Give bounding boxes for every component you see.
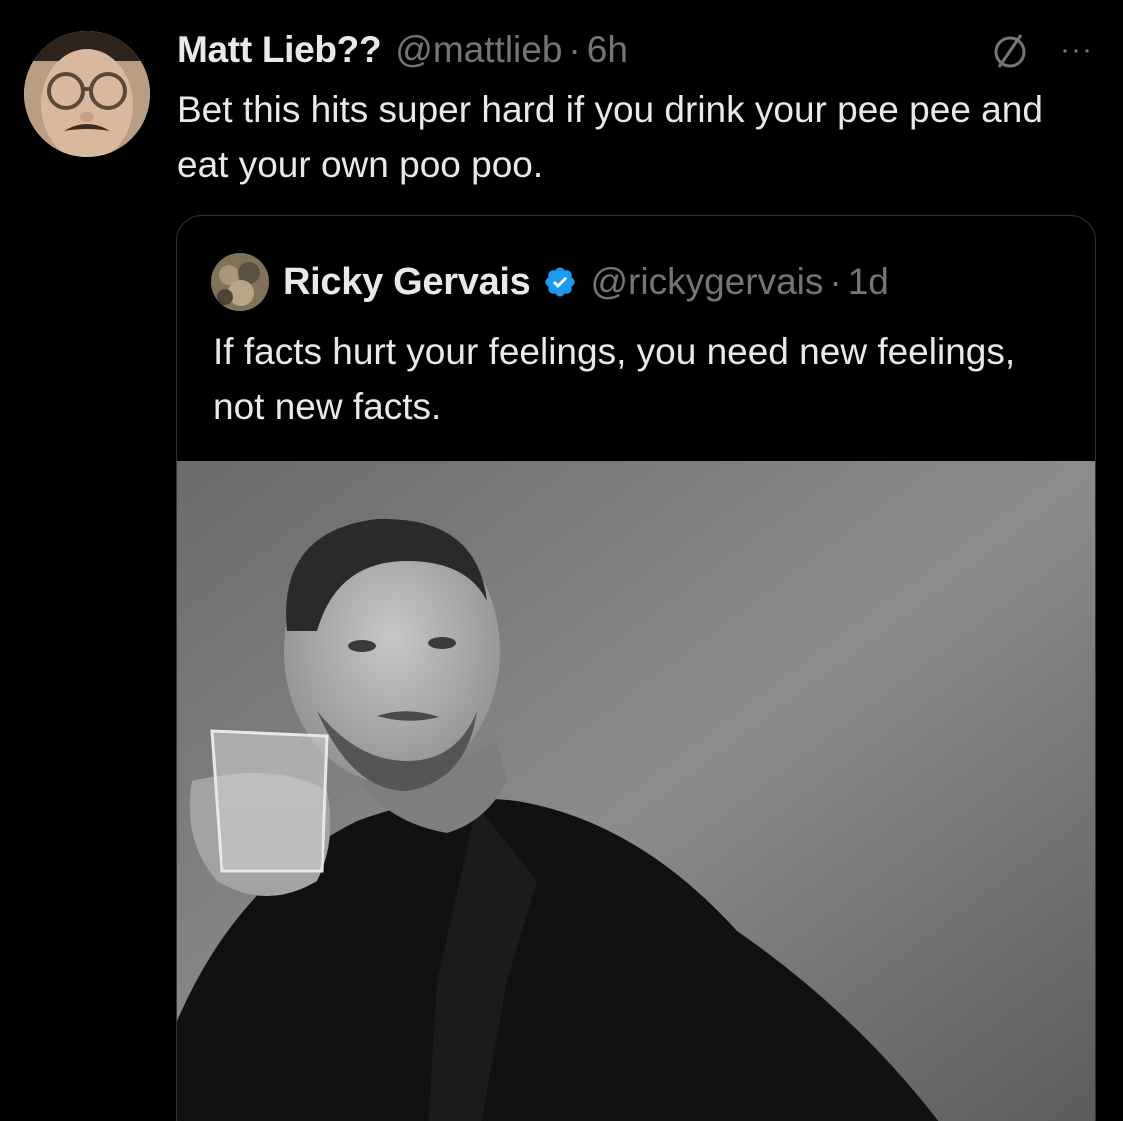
avatar-face <box>24 31 150 157</box>
tweet-header: Matt Lieb?? @mattlieb · 6h <box>177 26 628 74</box>
separator-dot: · <box>568 29 581 70</box>
quoted-author-display-name[interactable]: Ricky Gervais <box>283 261 531 304</box>
quoted-avatar-image <box>211 253 269 311</box>
quoted-tweet-card[interactable]: Ricky Gervais @rickygervais · 1d If fact… <box>176 215 1096 1121</box>
quoted-separator-dot: · <box>829 261 842 302</box>
quoted-tweet-photo[interactable] <box>177 461 1095 1121</box>
verified-badge-icon <box>543 265 577 299</box>
portrait-photo <box>177 461 1095 1121</box>
tweet-text: Bet this hits super hard if you drink yo… <box>177 89 1043 185</box>
tweet-timestamp[interactable]: 6h <box>587 29 628 71</box>
header-actions: ··· <box>990 30 1093 70</box>
author-display-name[interactable]: Matt Lieb?? <box>177 29 382 71</box>
quoted-tweet-text: If facts hurt your feelings, you need ne… <box>213 331 1016 427</box>
quoted-author-avatar[interactable] <box>211 253 269 311</box>
no-entry-icon[interactable] <box>990 30 1030 70</box>
author-handle[interactable]: @mattlieb <box>395 29 562 71</box>
author-avatar[interactable] <box>24 31 150 157</box>
more-icon[interactable]: ··· <box>1060 35 1093 65</box>
quoted-author-handle[interactable]: @rickygervais <box>591 261 824 303</box>
quoted-tweet-timestamp[interactable]: 1d <box>848 261 889 303</box>
quoted-tweet-header: Ricky Gervais @rickygervais · 1d <box>211 253 889 311</box>
